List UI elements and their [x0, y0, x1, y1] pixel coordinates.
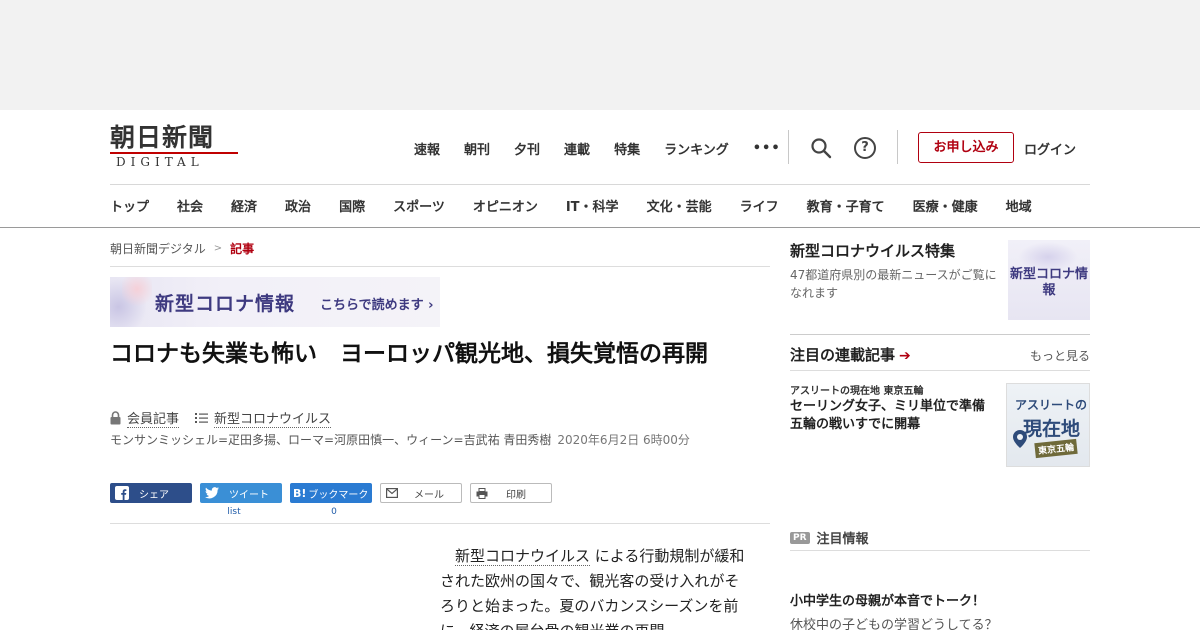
- mail-label: メール: [414, 489, 444, 501]
- thumbnail-text: 現在地: [1023, 418, 1081, 440]
- series-kicker: アスリートの現在地 東京五輪: [790, 386, 924, 397]
- divider: [790, 334, 1090, 335]
- feature-title: 新型コロナウイルス特集: [790, 242, 956, 260]
- facebook-share-button[interactable]: シェア: [110, 483, 192, 503]
- category-international[interactable]: 国際: [339, 196, 365, 215]
- category-life[interactable]: ライフ: [740, 196, 779, 215]
- series-header: 注目の連載記事 ➔ もっと見る: [790, 344, 1090, 366]
- help-icon[interactable]: ?: [854, 137, 876, 159]
- hatena-icon: B!: [293, 486, 307, 500]
- pr-article-title: 小中学生の母親が本音でトーク！: [790, 594, 986, 609]
- banner-sub: こちらで読めます ›: [320, 298, 434, 313]
- see-more-link[interactable]: もっと見る: [1030, 347, 1090, 364]
- article-body: 新型コロナウイルス による行動規制が緩和された欧州の国々で、観光客の受け入れがそ…: [440, 544, 750, 630]
- more-menu-icon[interactable]: •••: [753, 141, 781, 156]
- divider: [788, 130, 789, 164]
- twitter-count[interactable]: list: [200, 507, 268, 517]
- article-headline: コロナも失業も怖い ヨーロッパ観光地、損失覚悟の再開: [110, 341, 708, 367]
- mail-button[interactable]: メール: [380, 483, 462, 503]
- category-education[interactable]: 教育・子育て: [807, 196, 885, 215]
- feature-desc: 47都道府県別の最新ニュースがご覧になれます: [790, 268, 997, 300]
- category-economy[interactable]: 経済: [231, 196, 257, 215]
- article-meta: 会員記事 新型コロナウイルス: [110, 408, 332, 428]
- divider: [897, 130, 898, 164]
- list-icon: [195, 413, 209, 423]
- divider: [110, 266, 770, 267]
- apply-button[interactable]: お申し込み: [918, 132, 1014, 163]
- facebook-share-label: シェア: [139, 489, 169, 501]
- location-pin-icon: [1013, 430, 1027, 448]
- pr-title: 注目情報: [816, 532, 869, 547]
- twitter-icon: [205, 487, 219, 499]
- pr-badge: PR: [790, 531, 810, 544]
- pr-article[interactable]: 小中学生の母親が本音でトーク！ 休校中の子どもの学習どうしてる？: [790, 590, 1090, 630]
- mail-icon: [386, 488, 398, 498]
- category-nav: トップ 社会 経済 政治 国際 スポーツ オピニオン IT・科学 文化・芸能 ラ…: [110, 195, 1032, 215]
- logo-jp: 朝日新聞: [110, 123, 215, 152]
- site-header: 朝日新聞 DIGITAL 速報 朝刊 夕刊 連載 特集 ランキング ••• ? …: [0, 110, 1200, 228]
- hatena-bookmark-label: ブックマーク: [308, 489, 369, 501]
- twitter-share-button[interactable]: ツイート: [200, 483, 282, 503]
- pr-header: PR 注目情報: [790, 528, 869, 547]
- banner-decoration: [122, 277, 152, 309]
- logo[interactable]: 朝日新聞 DIGITAL: [110, 124, 242, 170]
- category-culture[interactable]: 文化・芸能: [647, 196, 712, 215]
- hatena-count: 0: [331, 507, 337, 517]
- thumbnail-text: 新型コロナ情報: [1009, 267, 1088, 298]
- breadcrumb-home[interactable]: 朝日新聞デジタル: [110, 240, 206, 257]
- thumbnail-badge: 東京五輪: [1034, 438, 1078, 459]
- category-politics[interactable]: 政治: [285, 196, 311, 215]
- series-article-title: セーリング女子、ミリ単位で準備 五輪の戦いすでに開幕: [790, 399, 999, 432]
- print-button[interactable]: 印刷: [470, 483, 552, 503]
- topnav-yuukan[interactable]: 夕刊: [514, 139, 540, 158]
- category-society[interactable]: 社会: [177, 196, 203, 215]
- series-thumbnail: アスリートの 現在地 東京五輪: [1006, 383, 1090, 467]
- category-medical[interactable]: 医療・健康: [913, 196, 978, 215]
- breadcrumb-separator: >: [213, 243, 223, 254]
- banner-title: 新型コロナ情報: [155, 293, 296, 315]
- topnav-sokuho[interactable]: 速報: [414, 139, 440, 158]
- facebook-icon: [115, 486, 129, 500]
- divider: [790, 370, 1090, 371]
- arrow-right-icon: ➔: [899, 348, 911, 364]
- breadcrumb-current: 記事: [230, 242, 255, 256]
- topnav-ranking[interactable]: ランキング: [664, 139, 729, 158]
- category-it-science[interactable]: IT・科学: [566, 196, 619, 215]
- topnav-tokushu[interactable]: 特集: [614, 139, 640, 158]
- member-label[interactable]: 会員記事: [127, 408, 180, 428]
- category-sports[interactable]: スポーツ: [393, 196, 445, 215]
- divider: [110, 523, 770, 524]
- lock-icon: [110, 411, 121, 425]
- topnav-choukan[interactable]: 朝刊: [464, 139, 490, 158]
- topic-link[interactable]: 新型コロナウイルス: [214, 408, 332, 428]
- body-topic-link[interactable]: 新型コロナウイルス: [455, 547, 591, 566]
- hatena-bookmark-button[interactable]: B! ブックマーク: [290, 483, 372, 503]
- divider: [790, 550, 1090, 551]
- ad-banner-area: [0, 0, 1200, 110]
- category-region[interactable]: 地域: [1006, 196, 1032, 215]
- series-article[interactable]: アスリートの現在地 東京五輪 セーリング女子、ミリ単位で準備 五輪の戦いすでに開…: [790, 382, 1090, 468]
- category-top[interactable]: トップ: [110, 196, 149, 215]
- series-title: 注目の連載記事: [790, 346, 896, 364]
- breadcrumb: 朝日新聞デジタル > 記事: [110, 240, 254, 257]
- corona-info-banner[interactable]: 新型コロナ情報 こちらで読めます ›: [110, 277, 440, 327]
- print-label: 印刷: [506, 489, 526, 501]
- category-opinion[interactable]: オピニオン: [473, 196, 538, 215]
- feature-thumbnail: 新型コロナ情報: [1008, 240, 1090, 320]
- byline: モンサンミッシェル=疋田多揚、ローマ=河原田慎一、ウィーン=吉武祐 青田秀樹 20…: [110, 432, 765, 449]
- top-nav: 速報 朝刊 夕刊 連載 特集 ランキング •••: [414, 137, 781, 159]
- login-link[interactable]: ログイン: [1024, 139, 1076, 158]
- corona-feature-card[interactable]: 新型コロナウイルス特集 47都道府県別の最新ニュースがご覧になれます 新型コロナ…: [790, 240, 1090, 322]
- logo-digital: DIGITAL: [110, 152, 238, 170]
- print-icon: [476, 487, 488, 499]
- publish-date: 2020年6月2日 6時00分: [557, 433, 690, 447]
- thumbnail-text: アスリートの: [1015, 398, 1088, 412]
- search-icon[interactable]: [809, 136, 833, 160]
- topnav-rensai[interactable]: 連載: [564, 139, 590, 158]
- header-divider: [110, 184, 1090, 185]
- twitter-share-label: ツイート: [229, 489, 269, 501]
- author-names: モンサンミッシェル=疋田多揚、ローマ=河原田慎一、ウィーン=吉武祐 青田秀樹: [110, 433, 552, 447]
- pr-article-sub: 休校中の子どもの学習どうしてる？: [790, 618, 998, 630]
